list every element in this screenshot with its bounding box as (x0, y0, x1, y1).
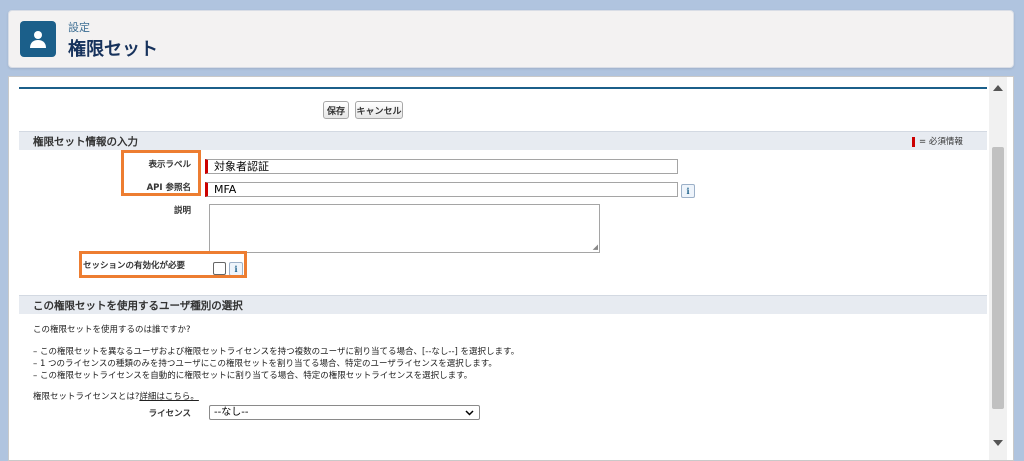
highlight-box-session (79, 251, 247, 278)
required-marker-icon (912, 136, 915, 147)
edit-panel: 保存 キャンセル 権限セット情報の入力 = 必須情報 表示ラベル 対象者認証 A… (8, 76, 1014, 461)
bullet-text: – 1 つのライセンスの種類のみを持つユーザにこの権限セットを割り当てる場合、特… (33, 359, 497, 369)
license-select[interactable]: --なし-- (209, 405, 480, 420)
license-help-text: 権限セットライセンスとは?詳細はこちら。 (33, 392, 199, 402)
api-name-input[interactable]: MFA (205, 182, 678, 197)
page-header: 設定 権限セット (8, 10, 1014, 68)
question-text: この権限セットを使用するのは誰ですか? (33, 325, 191, 335)
details-link[interactable]: 詳細はこちら。 (139, 392, 199, 402)
section-title: この権限セットを使用するユーザ種別の選択 (33, 300, 243, 312)
info-icon[interactable]: i (681, 184, 695, 198)
scroll-down-icon[interactable] (993, 440, 1003, 446)
bullet-text: – この権限セットライセンスを自動的に権限セットに割り当てる場合、特定の権限セッ… (33, 371, 473, 381)
cancel-button[interactable]: キャンセル (355, 101, 403, 119)
highlight-box-labels (121, 150, 201, 196)
save-button[interactable]: 保存 (323, 101, 349, 119)
bullet-text: – この権限セットを異なるユーザおよび権限セットライセンスを持つ複数のユーザに割… (33, 347, 520, 357)
user-icon (20, 21, 56, 57)
header-subtitle: 設定 (68, 21, 90, 34)
scrollbar[interactable] (989, 77, 1007, 460)
section-header-user-type: この権限セットを使用するユーザ種別の選択 (19, 295, 987, 314)
section-header-permission-info: 権限セット情報の入力 = 必須情報 (19, 131, 987, 150)
section-title: 権限セット情報の入力 (33, 136, 138, 148)
display-label-input[interactable]: 対象者認証 (205, 159, 678, 174)
description-label: 説明 (173, 206, 191, 216)
scroll-up-icon[interactable] (993, 85, 1003, 91)
resize-grip-icon[interactable]: ◢ (593, 244, 598, 251)
panel-top-border (19, 87, 987, 89)
description-textarea[interactable]: ◢ (209, 204, 600, 253)
scroll-thumb[interactable] (992, 147, 1004, 409)
license-label: ライセンス (148, 409, 191, 419)
required-legend: = 必須情報 (912, 135, 963, 147)
chevron-down-icon (465, 410, 474, 416)
page-title: 権限セット (68, 39, 158, 60)
